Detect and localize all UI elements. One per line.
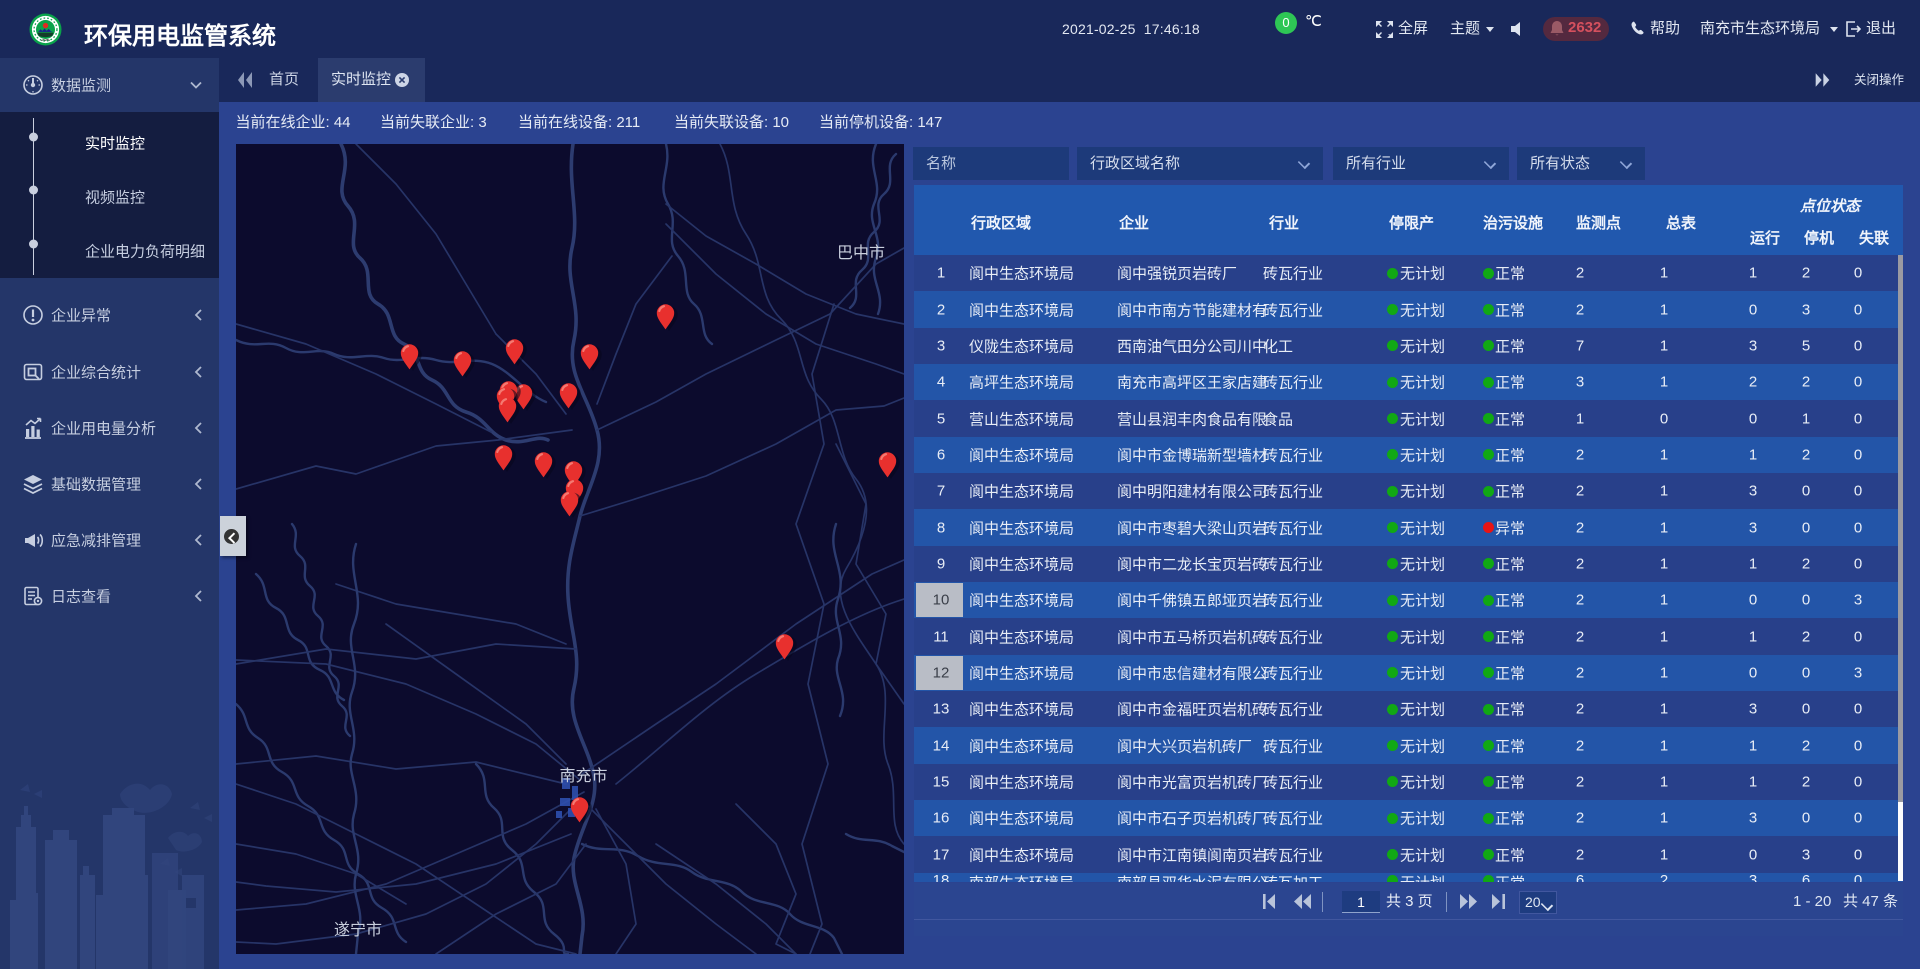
svg-text:遂宁市: 遂宁市 — [334, 921, 382, 939]
svg-text:巴中市: 巴中市 — [837, 244, 885, 262]
svg-text:南充市: 南充市 — [559, 767, 607, 785]
